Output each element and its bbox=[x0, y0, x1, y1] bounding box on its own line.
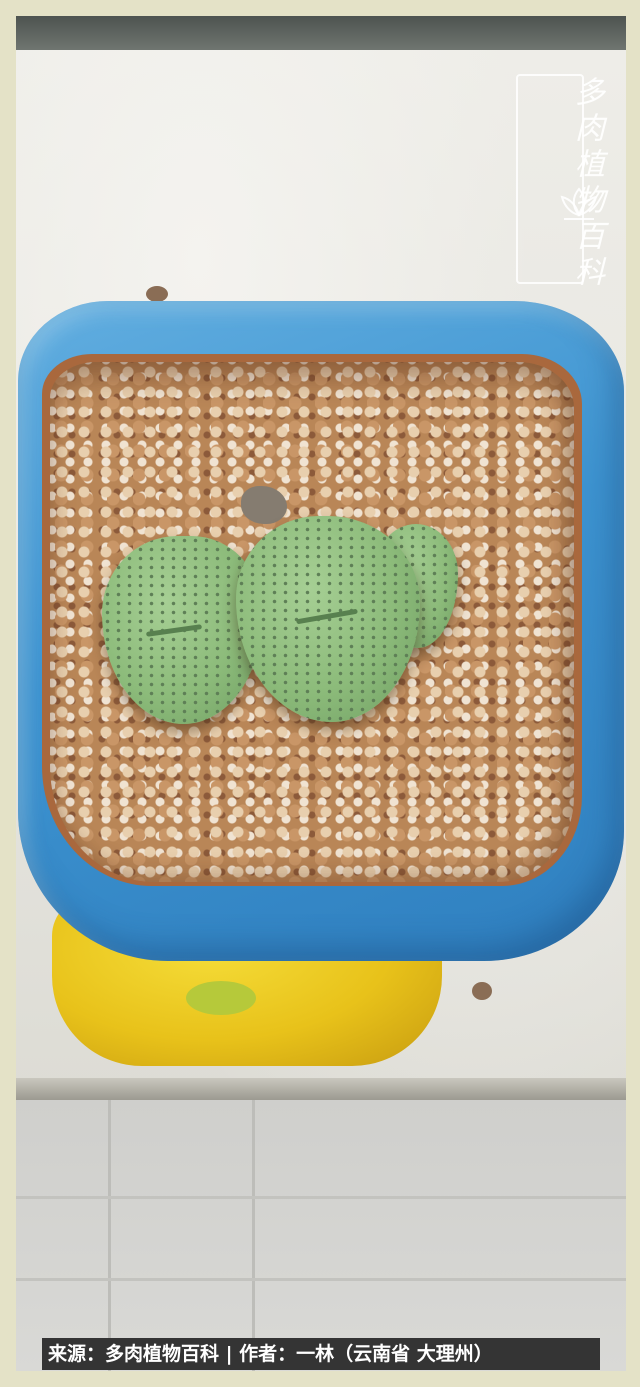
tile-grout bbox=[108, 1100, 111, 1371]
tile-grout bbox=[16, 1278, 626, 1281]
dirt-speck bbox=[472, 982, 492, 1000]
lotus-icon bbox=[560, 187, 598, 220]
window-frame-shadow bbox=[16, 16, 626, 50]
tile-grout bbox=[16, 1196, 626, 1199]
tile-grout bbox=[252, 1100, 255, 1371]
succulent-photo: 多肉植物百科 bbox=[16, 16, 626, 1371]
grey-rock bbox=[241, 486, 287, 524]
dirt-speck bbox=[146, 286, 168, 302]
pot-base-highlight bbox=[186, 981, 256, 1015]
windowsill-edge bbox=[16, 1078, 626, 1100]
image-frame: 多肉植物百科 来源：多肉植物百科 | 作者：一林（云南省 大理州） bbox=[0, 0, 640, 1387]
source-caption: 来源：多肉植物百科 | 作者：一林（云南省 大理州） bbox=[42, 1338, 600, 1370]
